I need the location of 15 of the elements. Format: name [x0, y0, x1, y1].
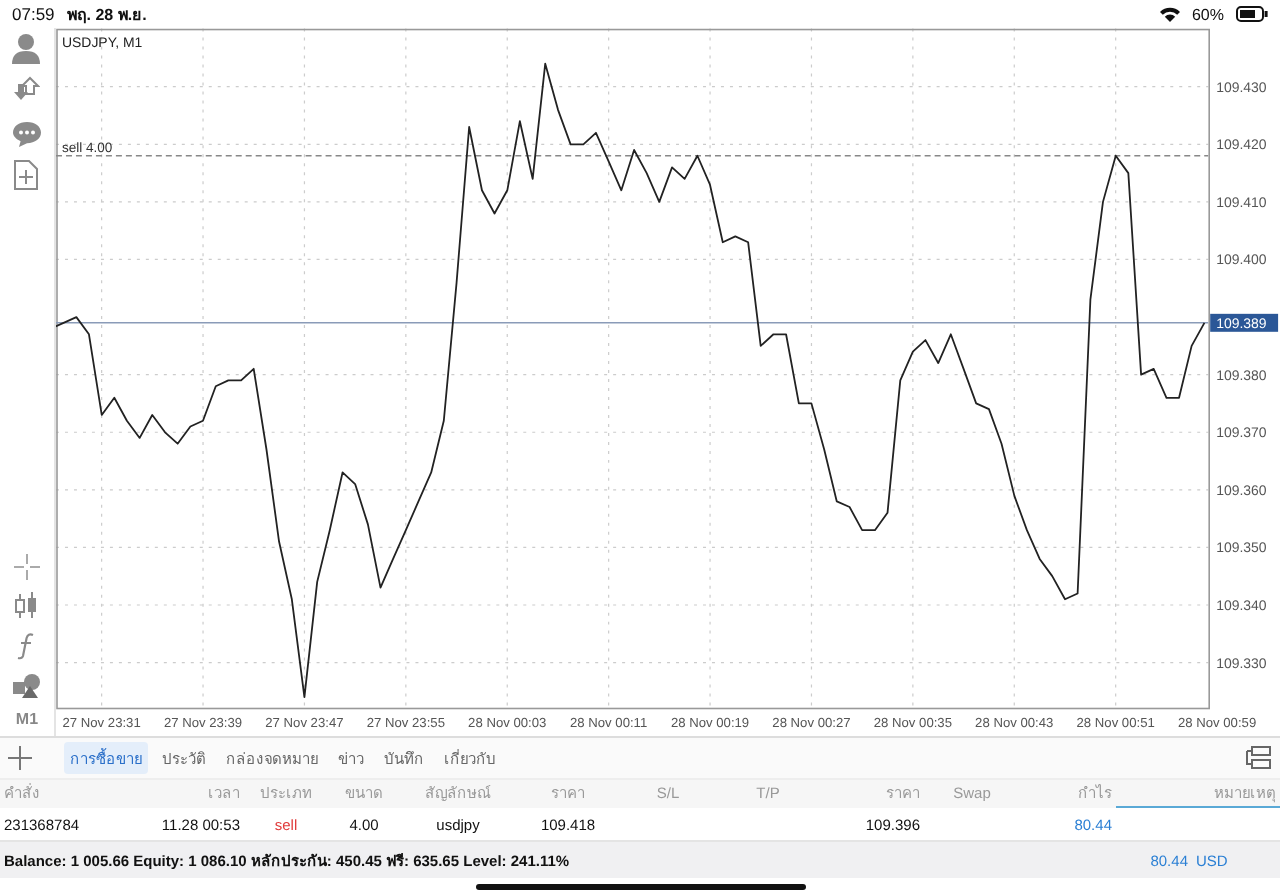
clock: 07:59 — [12, 4, 55, 24]
battery-percent: 60% — [1191, 5, 1224, 23]
wifi-icon — [1159, 6, 1180, 22]
candlestick-icon[interactable] — [14, 592, 39, 620]
function-icon[interactable] — [16, 632, 37, 660]
crosshair-icon[interactable] — [13, 554, 40, 580]
timeframe-label[interactable]: M1 — [15, 710, 39, 728]
add-icon[interactable] — [8, 746, 32, 770]
person-icon[interactable] — [12, 32, 41, 64]
new-document-icon[interactable] — [14, 160, 39, 190]
chat-icon[interactable] — [11, 120, 42, 148]
shapes-icon[interactable] — [11, 672, 42, 698]
battery-icon — [1236, 6, 1268, 22]
layout-icon[interactable] — [1246, 746, 1272, 770]
date: พฤ. 28 พ.ย. — [66, 3, 147, 27]
